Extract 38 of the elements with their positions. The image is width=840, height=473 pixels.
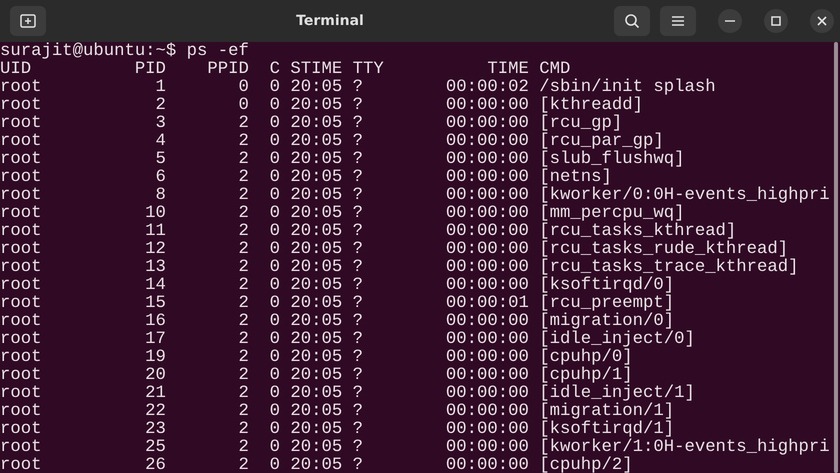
output-line: root 26 2 0 20:05 ? 00:00:00 [cpuhp/2] (0, 457, 634, 473)
scrollbar[interactable] (834, 42, 838, 473)
close-button[interactable] (810, 9, 834, 33)
maximize-button[interactable] (764, 9, 788, 33)
new-tab-icon (20, 14, 36, 28)
search-button[interactable] (614, 6, 650, 36)
search-icon (624, 13, 640, 29)
output-line: root 8 2 0 20:05 ? 00:00:00 [kworker/0:0H-events_highpri (0, 187, 831, 205)
output-line: root 21 2 0 20:05 ? 00:00:00 [idle_inject/1] (0, 385, 696, 403)
close-icon (817, 16, 827, 26)
new-tab-button[interactable] (10, 6, 46, 36)
output-line: root 22 2 0 20:05 ? 00:00:00 [migration/1] (0, 403, 676, 421)
window-title: Terminal (295, 13, 365, 29)
minimize-icon (725, 20, 735, 22)
output-line: root 14 2 0 20:05 ? 00:00:00 [ksoftirqd/0] (0, 277, 676, 295)
output-line: root 12 2 0 20:05 ? 00:00:00 [rcu_tasks_rude_kthread] (0, 241, 788, 259)
output-line: root 15 2 0 20:05 ? 00:00:01 [rcu_preempt] (0, 295, 676, 313)
output-line: root 23 2 0 20:05 ? 00:00:00 [ksoftirqd/1] (0, 421, 674, 439)
output-line: UID PID PPID C STIME TTY TIME CMD (0, 61, 570, 79)
output-line: root 13 2 0 20:05 ? 00:00:00 [rcu_tasks_trace_kthread] (0, 259, 800, 277)
output-line: root 19 2 0 20:05 ? 00:00:00 [cpuhp/0] (0, 349, 634, 367)
output-line: root 16 2 0 20:05 ? 00:00:00 [migration/0] (0, 313, 674, 331)
minimize-button[interactable] (718, 9, 742, 33)
output-line: root 10 2 0 20:05 ? 00:00:00 [mm_percpu_wq] (0, 205, 684, 223)
menu-icon (671, 15, 685, 27)
command-prompt: surajit@ubuntu:~$ ps -ef (0, 43, 250, 61)
maximize-icon (771, 16, 781, 26)
output-line: root 17 2 0 20:05 ? 00:00:00 [idle_inject/0] (0, 331, 696, 349)
output-line: root 4 2 0 20:05 ? 00:00:00 [rcu_par_gp] (0, 133, 664, 151)
output-line: root 2 0 0 20:05 ? 00:00:00 [kthreadd] (0, 97, 644, 115)
output-line: root 1 0 0 20:05 ? 00:00:02 /sbin/init splash (0, 79, 717, 97)
output-line: root 3 2 0 20:05 ? 00:00:00 [rcu_gp] (0, 115, 622, 133)
output-line: root 5 2 0 20:05 ? 00:00:00 [slub_flushwq] (0, 151, 686, 169)
output-line: root 11 2 0 20:05 ? 00:00:00 [rcu_tasks_kthread] (0, 223, 736, 241)
output-line: root 6 2 0 20:05 ? 00:00:00 [netns] (0, 169, 612, 187)
menu-button[interactable] (660, 6, 696, 36)
output-line: root 25 2 0 20:05 ? 00:00:00 [kworker/1:0H-events_highpri (0, 439, 831, 457)
output-line: root 20 2 0 20:05 ? 00:00:00 [cpuhp/1] (0, 367, 633, 385)
